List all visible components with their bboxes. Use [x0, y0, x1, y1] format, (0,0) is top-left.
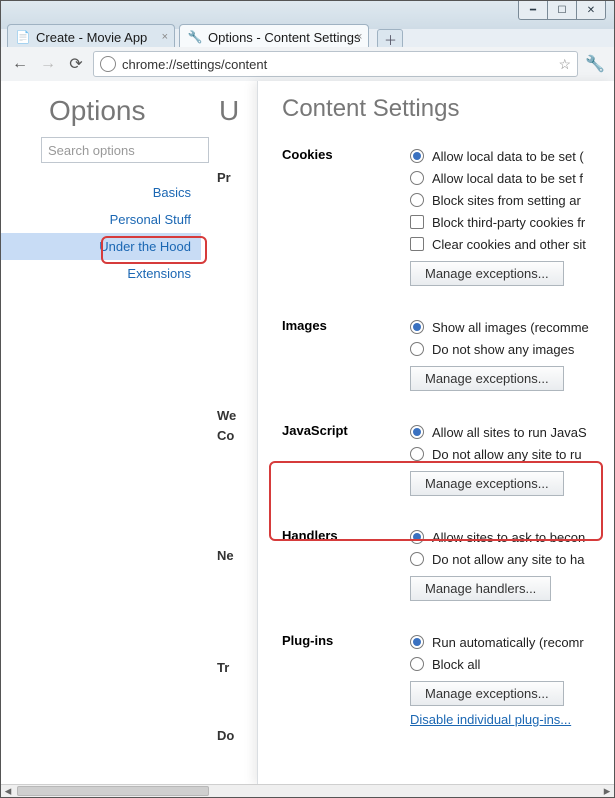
wrench-icon: 🔧 [188, 30, 202, 44]
manage-exceptions-button[interactable]: Manage exceptions... [410, 366, 564, 391]
settings-page: Options Search options Basics Personal S… [1, 81, 614, 785]
option-block-cookies[interactable]: Block sites from setting ar [410, 189, 614, 211]
section-heading: Cookies [282, 145, 410, 286]
option-allow-js[interactable]: Allow all sites to run JavaS [410, 421, 614, 443]
option-run-plugins[interactable]: Run automatically (recomr [410, 631, 614, 653]
radio-icon [410, 342, 424, 356]
checkbox-icon [410, 237, 424, 251]
window-close-button[interactable]: ✕ [576, 1, 606, 20]
section-images: Images Show all images (recomme Do not s… [282, 316, 614, 391]
radio-icon [410, 552, 424, 566]
tab-title: Options - Content Settings [208, 30, 360, 45]
checkbox-icon [410, 215, 424, 229]
manage-exceptions-button[interactable]: Manage exceptions... [410, 261, 564, 286]
section-cookies: Cookies Allow local data to be set ( All… [282, 145, 614, 286]
nav-extensions[interactable]: Extensions [1, 260, 201, 287]
tab-options-content-settings[interactable]: 🔧 Options - Content Settings × [179, 24, 369, 49]
tab-strip: 📄 Create - Movie App × 🔧 Options - Conte… [7, 21, 608, 49]
window-minimize-button[interactable]: ━ [518, 1, 548, 20]
highlight-javascript [269, 461, 603, 541]
option-allow-local-data-session[interactable]: Allow local data to be set f [410, 167, 614, 189]
nav-basics[interactable]: Basics [1, 179, 201, 206]
tab-title: Create - Movie App [36, 30, 147, 45]
search-input[interactable]: Search options [41, 137, 209, 163]
scroll-left-icon[interactable]: ◂ [1, 786, 15, 796]
bg-title-partial: U [219, 95, 239, 127]
bg-section-labels: Pr [217, 171, 231, 334]
manage-exceptions-button[interactable]: Manage exceptions... [410, 681, 564, 706]
scroll-right-icon[interactable]: ▸ [600, 786, 614, 796]
radio-icon [410, 193, 424, 207]
tab-create-movie-app[interactable]: 📄 Create - Movie App × [7, 24, 175, 49]
search-placeholder: Search options [48, 143, 135, 158]
option-block-handlers[interactable]: Do not allow any site to ha [410, 548, 614, 570]
content-settings-overlay: Content Settings Cookies Allow local dat… [257, 81, 614, 785]
option-block-third-party[interactable]: Block third-party cookies fr [410, 211, 614, 233]
side-nav: Basics Personal Stuff Under the Hood Ext… [1, 179, 201, 287]
radio-icon [410, 425, 424, 439]
option-hide-images[interactable]: Do not show any images [410, 338, 614, 360]
option-block-plugins[interactable]: Block all [410, 653, 614, 675]
manage-handlers-button[interactable]: Manage handlers... [410, 576, 551, 601]
window-maximize-button[interactable]: ☐ [547, 1, 577, 20]
option-clear-on-exit[interactable]: Clear cookies and other sit [410, 233, 614, 255]
globe-icon [100, 56, 116, 72]
disable-plugins-link[interactable]: Disable individual plug-ins... [410, 712, 571, 727]
address-bar[interactable]: chrome://settings/content ☆ [93, 51, 578, 77]
option-allow-local-data[interactable]: Allow local data to be set ( [410, 145, 614, 167]
wrench-menu-button[interactable]: 🔧 [584, 53, 606, 75]
option-show-images[interactable]: Show all images (recomme [410, 316, 614, 338]
reload-button[interactable]: ⟳ [65, 53, 87, 75]
new-tab-button[interactable]: ＋ [377, 29, 403, 49]
section-heading: Images [282, 316, 410, 391]
toolbar: ← → ⟳ chrome://settings/content ☆ 🔧 [1, 47, 614, 82]
forward-button[interactable]: → [37, 53, 59, 75]
radio-icon [410, 320, 424, 334]
page-icon: 📄 [16, 30, 30, 44]
section-heading: Plug-ins [282, 631, 410, 727]
overlay-title: Content Settings [282, 95, 614, 123]
back-button[interactable]: ← [9, 53, 31, 75]
close-icon[interactable]: × [162, 31, 168, 43]
section-plugins: Plug-ins Run automatically (recomr Block… [282, 631, 614, 727]
url-text: chrome://settings/content [122, 57, 267, 72]
radio-icon [410, 657, 424, 671]
page-title: Options [49, 95, 146, 127]
highlight-under-the-hood [101, 236, 207, 264]
star-icon[interactable]: ☆ [558, 56, 571, 73]
radio-icon [410, 447, 424, 461]
horizontal-scrollbar[interactable]: ◂ ▸ [1, 784, 614, 797]
radio-icon [410, 171, 424, 185]
radio-icon [410, 635, 424, 649]
scrollbar-thumb[interactable] [17, 786, 209, 796]
radio-icon [410, 149, 424, 163]
nav-personal-stuff[interactable]: Personal Stuff [1, 206, 201, 233]
close-icon[interactable]: × [356, 31, 362, 43]
